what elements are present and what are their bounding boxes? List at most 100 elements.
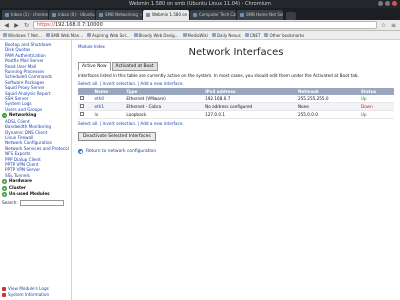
interfaces-table-body: eth0 Ethernet (VMware) 192.168.0.7 255.255.… <box>78 95 394 120</box>
return-link-label: Return to network configuration <box>86 149 157 155</box>
back-arrow-icon[interactable]: ◀ <box>3 22 10 29</box>
row-checkbox[interactable] <box>80 96 84 101</box>
row-select-cell <box>78 110 93 120</box>
tab-label: Inbox (0) - Ubuntu... <box>58 12 95 17</box>
category-expand-icon: + <box>2 179 7 184</box>
tab-label: Inbox (1) - chromeos <box>11 12 48 17</box>
iface-status: Up <box>358 110 394 120</box>
sidebar-networking-links: ADSL Client Bandwidth Monitoring Dynamic D… <box>2 119 69 178</box>
bookmark-item[interactable]: Windows 7 Net... <box>3 33 42 38</box>
browser-tab-active[interactable]: Webmin 1.580 on sm × <box>143 10 189 20</box>
sidebar-category-unused[interactable]: + Un-used Modules <box>2 191 69 198</box>
browser-tab[interactable]: Inbox (1) - chromeos× <box>2 10 48 20</box>
return-link[interactable]: ◀ Return to network configuration <box>78 149 394 155</box>
row-select-cell <box>78 102 93 112</box>
window-controls <box>378 1 397 6</box>
bookmark-label: Aspiring Web Sol... <box>92 32 130 38</box>
window-title: Webmin 1.580 on smb (Ubuntu Linux 11.04)… <box>129 1 271 7</box>
col-netmask: Netmask <box>295 88 359 96</box>
wrench-icon[interactable]: ≡ <box>390 22 397 29</box>
browser-tab[interactable]: Computer Tech Cafe× <box>190 10 236 20</box>
tab-favicon-icon <box>52 13 56 17</box>
table-row: lo Loopback 127.0.0.1 255.0.0.0 Up <box>78 110 394 120</box>
row-checkbox[interactable] <box>80 112 84 117</box>
sidebar-footer: View Module's Logs System Information <box>2 286 49 298</box>
browser-tab[interactable]: Inbox (0) - Ubuntu...× <box>49 10 95 20</box>
bookmark-label: MediaWiki <box>187 32 208 38</box>
bookmark-item[interactable]: CNET <box>244 32 261 38</box>
bookmark-item[interactable]: MediaWiki <box>182 32 208 38</box>
folder-icon <box>264 33 269 37</box>
tab-favicon-icon <box>193 13 197 17</box>
bookmark-label: CNET <box>249 32 261 38</box>
maximize-icon[interactable] <box>385 1 390 6</box>
tab-active-now[interactable]: Active Now <box>78 62 111 71</box>
webmin-sidebar: Bootup and Shutdown Disk Quotas PAM Authen… <box>0 40 72 300</box>
bookmark-item[interactable]: Bloody Web Desig... <box>133 32 179 38</box>
bookmark-icon <box>3 33 7 37</box>
webmin-page: Bootup and Shutdown Disk Quotas PAM Authen… <box>0 40 400 300</box>
row-select-cell <box>78 95 93 104</box>
tab-label: Computer Tech Cafe <box>199 12 236 17</box>
category-label: Un-used Modules <box>9 191 50 197</box>
system-info-link[interactable]: System Information <box>2 292 49 298</box>
iface-ipv4: No address configured <box>203 102 296 112</box>
bookmark-icon <box>45 33 50 37</box>
iface-name[interactable]: eth0 <box>92 95 125 104</box>
bookmark-icon <box>244 33 249 37</box>
address-bar[interactable]: https://192.168.0.7:10000 <box>33 21 377 29</box>
iface-ipv4: 127.0.0.1 <box>203 110 296 120</box>
table-row: eth0 Ethernet (VMware) 192.168.0.7 255.255.… <box>78 95 394 104</box>
bookmark-label: Windows 7 Net... <box>8 32 42 38</box>
iface-type: Ethernet - Cobra <box>124 102 204 112</box>
logs-icon <box>2 287 6 291</box>
tab-label: SMB Home Net Solu... <box>246 12 283 17</box>
info-icon <box>2 293 6 297</box>
iface-name[interactable]: lo <box>92 110 125 120</box>
search-input[interactable] <box>19 199 64 206</box>
bookmark-label: Bloody Web Desig... <box>138 32 179 38</box>
new-tab-button[interactable] <box>286 12 296 20</box>
bookmark-icon <box>133 33 138 37</box>
link-label: System Information <box>8 292 50 297</box>
bookmark-icon <box>87 33 92 37</box>
iface-ipv4: 192.168.0.7 <box>203 95 296 104</box>
row-checkbox[interactable] <box>80 104 84 109</box>
minimize-icon[interactable] <box>378 1 383 6</box>
bookmark-item[interactable]: Aspiring Web Sol... <box>87 32 130 38</box>
bookmark-label: Daily Nexus <box>216 32 241 38</box>
col-type: Type <box>124 88 204 96</box>
url-port: :10000 <box>85 22 103 28</box>
browser-tab[interactable]: SMB Networking × <box>96 10 142 20</box>
col-select <box>78 88 93 96</box>
bookmark-item[interactable]: Daily Nexus <box>211 32 241 38</box>
bookmark-label: SMB Web Man... <box>50 32 84 38</box>
bookmark-item[interactable]: SMB Web Man... <box>45 32 84 38</box>
browser-tab[interactable]: SMB Home Net Solu...× <box>237 10 283 20</box>
reload-icon[interactable]: ↻ <box>23 22 30 29</box>
deactivate-selected-button[interactable]: Deactivate Selected Interfaces <box>78 132 156 142</box>
selection-links-bottom[interactable]: Select all. | Invert selection. | Add a … <box>78 121 394 126</box>
tab-favicon-icon <box>99 13 103 17</box>
search-label: Search: <box>2 200 18 206</box>
content-area: Module Index Network Interfaces Active N… <box>72 40 400 300</box>
bookmark-icon <box>211 33 216 37</box>
selection-links[interactable]: Select all. | Invert selection. | Add a … <box>78 81 394 86</box>
table-header-row: Name Type IPv4 address Netmask Status <box>78 88 394 96</box>
page-title: Network Interfaces <box>188 47 284 58</box>
url-host: 192.168.0.7 <box>54 22 86 28</box>
tab-label: SMB Networking <box>105 12 138 17</box>
tab-favicon-icon <box>240 13 244 17</box>
interfaces-table: Name Type IPv4 address Netmask Status et… <box>78 88 394 120</box>
col-status: Status <box>358 88 394 96</box>
bookmark-label: Other bookmarks <box>269 32 305 38</box>
close-icon[interactable] <box>392 1 397 6</box>
url-scheme: https:// <box>37 22 55 28</box>
tab-description: Interfaces listed in this table are curr… <box>78 73 359 78</box>
tab-close-icon[interactable]: × <box>140 10 142 20</box>
tab-activated-at-boot[interactable]: Activated at Boot <box>111 62 158 71</box>
star-icon[interactable]: ☆ <box>380 22 387 29</box>
other-bookmarks[interactable]: Other bookmarks <box>264 33 304 38</box>
iface-name[interactable]: eth1 <box>92 102 125 112</box>
forward-arrow-icon[interactable]: ▶ <box>13 22 20 29</box>
